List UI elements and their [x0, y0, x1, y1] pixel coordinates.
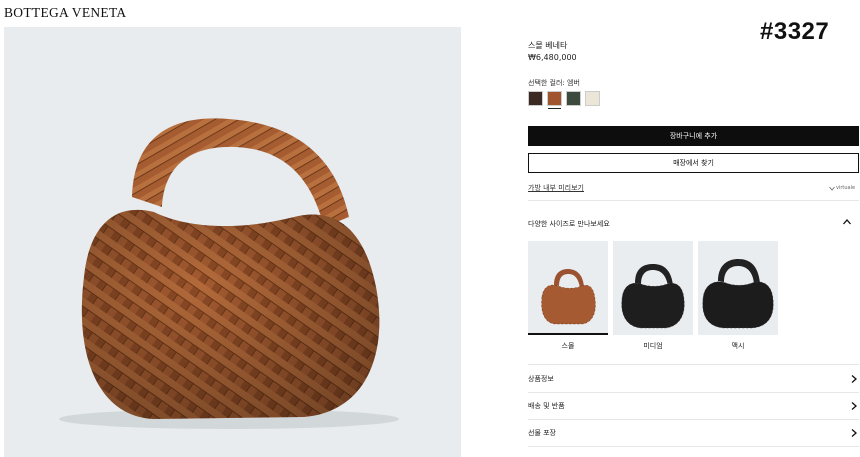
- product-name: 스몰 베네타: [528, 41, 568, 50]
- accordion-label: 상품정보: [528, 375, 554, 383]
- chevron-down-icon: [829, 186, 835, 191]
- color-swatches: [528, 91, 600, 109]
- size-options: 스몰 미디엄 맥시: [528, 241, 778, 351]
- accordion-label: 배송 및 반품: [528, 402, 565, 410]
- virtuale-button[interactable]: virtuale: [829, 185, 855, 191]
- virtuale-label: virtuale: [836, 185, 856, 191]
- accordion-gift-wrap[interactable]: 선물 포장: [528, 420, 859, 446]
- divider: [528, 200, 859, 201]
- product-hero-image: [4, 27, 461, 457]
- woven-bag-illustration: [59, 118, 399, 429]
- size-tile-maxi[interactable]: 맥시: [698, 241, 778, 351]
- find-in-store-button[interactable]: 매장에서 찾기: [528, 153, 859, 173]
- size-maxi-image: [698, 241, 778, 335]
- chevron-right-icon: [851, 375, 857, 383]
- swatch-dark-brown[interactable]: [528, 91, 543, 106]
- accordion-product-info[interactable]: 상품정보: [528, 366, 859, 392]
- size-small-image: [528, 241, 608, 335]
- product-code-overlay: #3327: [760, 18, 830, 45]
- size-medium-image: [613, 241, 693, 335]
- divider: [528, 446, 859, 447]
- brand-logo[interactable]: BOTTEGA VENETA: [4, 5, 126, 21]
- size-medium-label: 미디엄: [643, 342, 663, 350]
- swatch-dark-green[interactable]: [566, 91, 581, 106]
- size-tile-medium[interactable]: 미디엄: [613, 241, 693, 351]
- product-price: ₩6,480,000: [528, 53, 577, 62]
- size-tile-small[interactable]: 스몰: [528, 241, 608, 351]
- sizes-heading[interactable]: 다양한 사이즈로 만나보세요: [528, 219, 610, 229]
- selected-color-label: 선택한 컬러: 엠버: [528, 79, 580, 87]
- size-small-label: 스몰: [561, 342, 575, 350]
- interior-preview-link[interactable]: 가방 내부 미리보기: [528, 183, 584, 193]
- swatch-amber[interactable]: [547, 91, 562, 109]
- accordion-label: 선물 포장: [528, 429, 556, 437]
- add-to-cart-button[interactable]: 장바구니에 추가: [528, 126, 859, 146]
- size-maxi-label: 맥시: [731, 342, 745, 350]
- chevron-right-icon: [851, 402, 857, 410]
- chevron-right-icon: [851, 429, 857, 437]
- accordion-shipping-returns[interactable]: 배송 및 반품: [528, 393, 859, 419]
- swatch-cream[interactable]: [585, 91, 600, 106]
- divider: [528, 364, 859, 365]
- chevron-up-icon[interactable]: [842, 217, 852, 227]
